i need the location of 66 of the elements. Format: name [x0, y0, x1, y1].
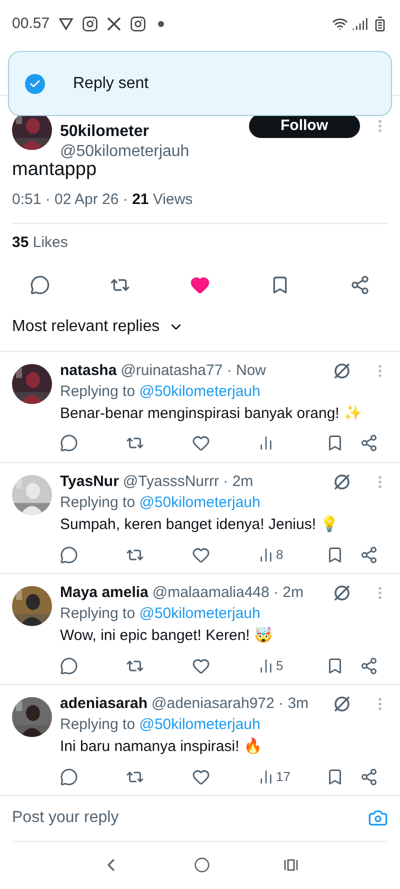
camera-app-icon: [130, 16, 146, 32]
bookmark-icon[interactable]: [326, 656, 344, 675]
replying-to-text: Replying to @50kilometerjauh: [60, 715, 262, 735]
share-icon[interactable]: [360, 434, 378, 452]
share-icon[interactable]: [350, 274, 370, 294]
camera-app-icon: [82, 16, 98, 32]
reply-author: natasha: [60, 360, 117, 380]
like-icon[interactable]: [190, 274, 210, 294]
views-count: 17: [276, 768, 290, 786]
follow-button[interactable]: Follow: [248, 114, 360, 138]
replying-to-text: Replying to @50kilometerjauh: [60, 493, 262, 513]
like-icon[interactable]: [192, 656, 210, 675]
reply-author: Maya amelia: [60, 582, 148, 602]
wifi-icon: [332, 16, 348, 32]
views-icon[interactable]: [258, 546, 274, 563]
check-icon: [25, 74, 45, 94]
views-count: 5: [276, 657, 284, 675]
reply-icon[interactable]: [60, 768, 78, 786]
views-icon[interactable]: [258, 768, 274, 785]
reply-input-field[interactable]: Post your reply: [12, 806, 368, 830]
reply-text: Benar-benar menginspirasi banyak orang! ✨: [60, 404, 364, 424]
reply-handle: @malaamalia448 · 2m: [152, 582, 304, 602]
slashed-circle-icon[interactable]: [332, 472, 352, 492]
views-count: 8: [276, 546, 284, 564]
x-logo-icon: [106, 16, 122, 32]
likes-count: 35 Likes: [11, 233, 69, 253]
status-time: 00.57: [12, 14, 50, 34]
reply-author: TyasNur: [60, 472, 119, 492]
replying-to-text: Replying to @50kilometerjauh: [60, 382, 262, 402]
reply-icon[interactable]: [60, 434, 78, 452]
bookmark-icon[interactable]: [326, 434, 344, 452]
reply-text: Sumpah, keren banget idenya! Jenius! 💡: [60, 514, 340, 535]
reply-icon[interactable]: [30, 274, 50, 294]
camera-icon[interactable]: [368, 808, 388, 828]
recents-icon[interactable]: [283, 857, 300, 874]
reply-icon[interactable]: [60, 546, 78, 564]
home-icon[interactable]: [194, 857, 210, 874]
like-icon[interactable]: [192, 434, 210, 452]
share-icon[interactable]: [360, 768, 378, 786]
bookmark-icon[interactable]: [326, 768, 344, 786]
reply-author: adeniasarah: [60, 694, 148, 714]
author-handle: @50kilometerjauh: [60, 142, 190, 162]
replying-to-text: Replying to @50kilometerjauh: [60, 604, 262, 624]
reply-text: Ini baru namanya inspirasi! 🔥: [60, 736, 264, 757]
reply-handle: @ruinatasha77 · Now: [120, 360, 266, 380]
signal-icon: [352, 16, 368, 32]
slashed-circle-icon[interactable]: [332, 582, 352, 603]
share-icon[interactable]: [360, 656, 378, 675]
dot-icon: [158, 21, 164, 27]
like-icon[interactable]: [192, 768, 210, 786]
bookmark-icon[interactable]: [326, 546, 344, 564]
reply-icon[interactable]: [60, 656, 78, 675]
like-icon[interactable]: [192, 546, 210, 564]
reply-text: Wow, ini epic banget! Keren! 🤯: [60, 626, 274, 646]
slashed-circle-icon[interactable]: [332, 360, 352, 381]
post-text: mantappp: [11, 159, 97, 182]
slashed-circle-icon[interactable]: [332, 694, 352, 714]
replies-sort-dropdown[interactable]: Most relevant replies: [12, 314, 184, 338]
views-icon[interactable]: [258, 658, 274, 674]
post-meta: 0:51 · 02 Apr 26 · 21 Views: [12, 188, 388, 224]
reply-handle: @TyasssNurrr · 2m: [122, 472, 254, 492]
reply-handle: @adeniasarah972 · 3m: [152, 694, 309, 714]
share-icon[interactable]: [360, 546, 378, 564]
author-name: 50kilometer: [60, 122, 150, 142]
views-icon[interactable]: [258, 435, 274, 451]
toast-message: Reply sent: [73, 74, 149, 94]
